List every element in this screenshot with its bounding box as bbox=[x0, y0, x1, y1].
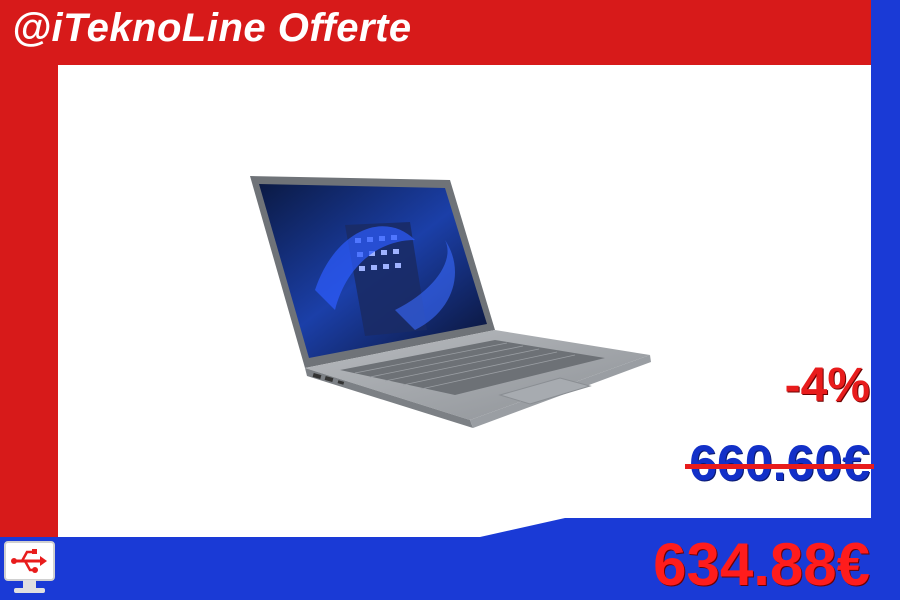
usb-monitor-logo-icon bbox=[4, 541, 55, 593]
promo-banner: @iTeknoLine Offerte -4% 660.60€ 634.88€ bbox=[0, 0, 900, 600]
new-price: 634.88€ bbox=[653, 531, 870, 598]
laptop-image bbox=[250, 176, 651, 428]
old-price: 660.60€ bbox=[685, 434, 874, 492]
page-title: @iTeknoLine Offerte bbox=[12, 6, 412, 50]
discount-badge: -4% bbox=[784, 359, 870, 412]
price-strikethrough bbox=[685, 464, 874, 469]
old-price-value: 660.60€ bbox=[689, 435, 870, 491]
